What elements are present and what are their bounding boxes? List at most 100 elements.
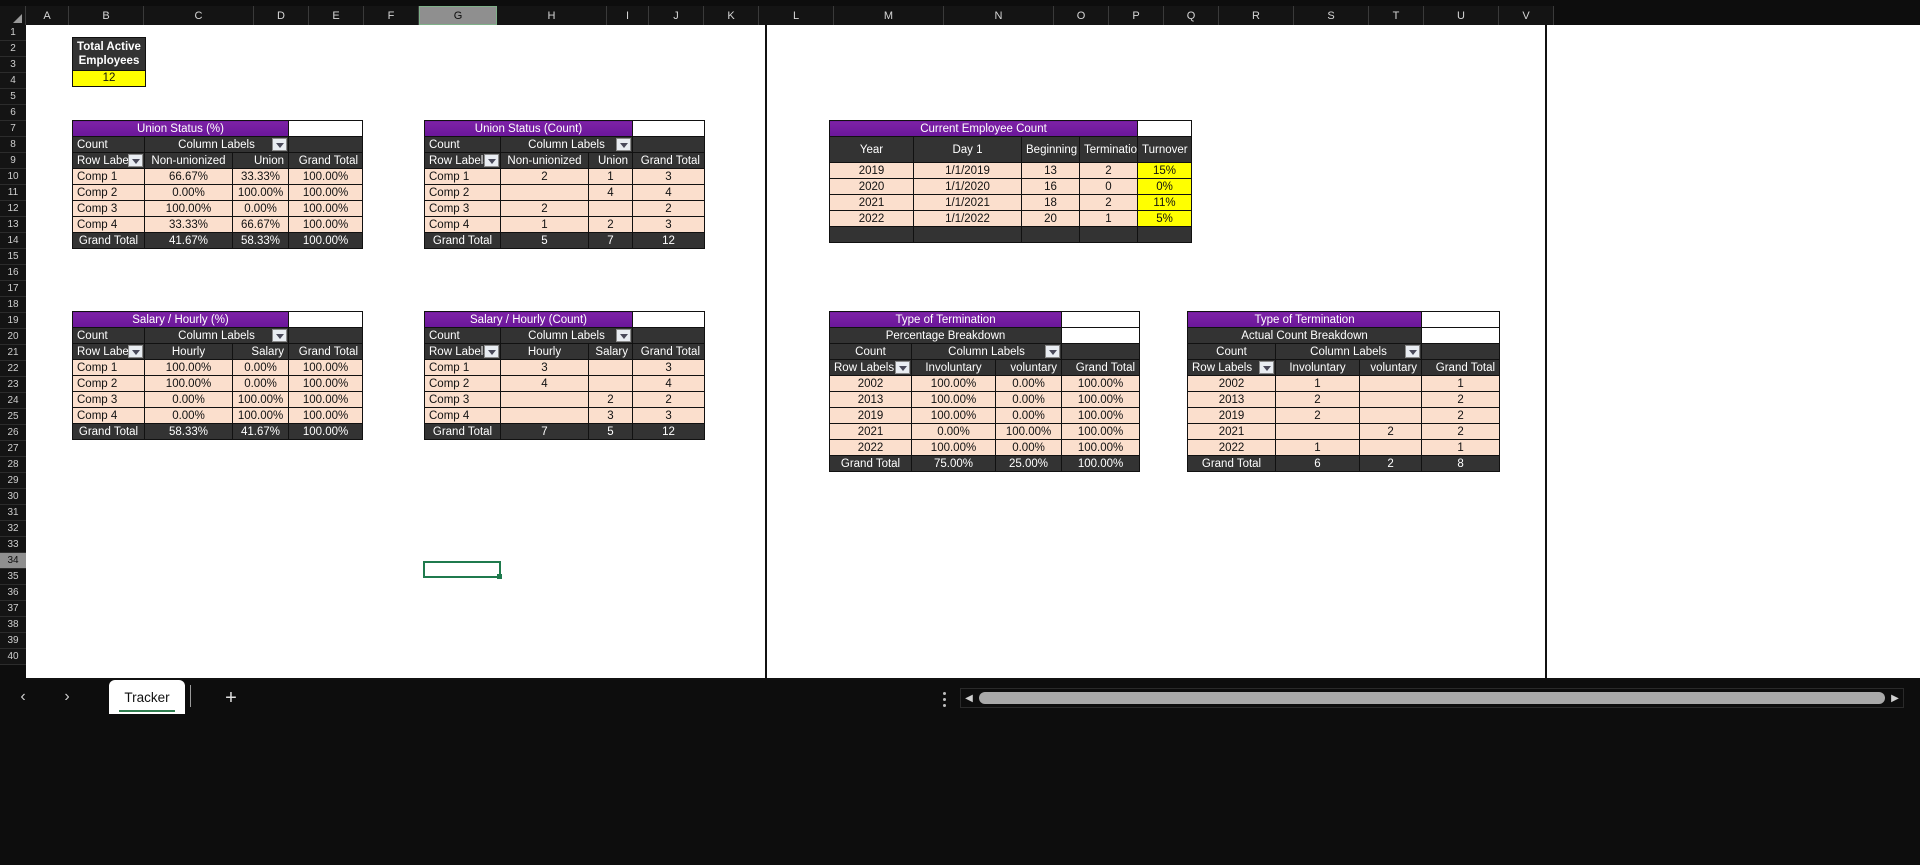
column-header-r[interactable]: R — [1219, 6, 1294, 25]
pivot-union-status-percent[interactable]: Union Status (%) Count Column Labels Row… — [71, 120, 364, 249]
row-header-33[interactable]: 33 — [0, 537, 26, 553]
column-header-c[interactable]: C — [144, 6, 254, 25]
row-header-38[interactable]: 38 — [0, 617, 26, 633]
row-header-37[interactable]: 37 — [0, 601, 26, 617]
column-labels-header[interactable]: Column Labels — [499, 327, 634, 344]
row-header-19[interactable]: 19 — [0, 313, 26, 329]
add-sheet-button[interactable]: + — [215, 684, 247, 712]
next-sheet-button[interactable]: › — [54, 684, 80, 710]
row-header-22[interactable]: 22 — [0, 361, 26, 377]
row-header-7[interactable]: 7 — [0, 121, 26, 137]
filter-dropdown-icon[interactable] — [484, 345, 499, 358]
filter-dropdown-icon[interactable] — [616, 329, 632, 342]
filter-dropdown-icon[interactable] — [616, 138, 631, 151]
column-labels-header[interactable]: Column Labels — [500, 136, 633, 153]
column-header-e[interactable]: E — [309, 6, 364, 25]
row-header-9[interactable]: 9 — [0, 153, 26, 169]
column-header-a[interactable]: A — [26, 6, 69, 25]
table-current-employee-count[interactable]: Current Employee Count Year Day 1 Beginn… — [829, 120, 1192, 243]
scroll-left-icon[interactable]: ◀ — [961, 689, 977, 707]
row-header-13[interactable]: 13 — [0, 217, 26, 233]
column-labels-header[interactable]: Column Labels — [143, 327, 290, 344]
row-header-5[interactable]: 5 — [0, 89, 26, 105]
row-header-10[interactable]: 10 — [0, 169, 26, 185]
row-header-26[interactable]: 26 — [0, 425, 26, 441]
column-header-l[interactable]: L — [759, 6, 834, 25]
column-header-g[interactable]: G — [419, 6, 497, 25]
row-header-11[interactable]: 11 — [0, 185, 26, 201]
column-header-i[interactable]: I — [607, 6, 649, 25]
row-labels-header[interactable]: Row Labels — [829, 359, 912, 376]
column-header-s[interactable]: S — [1294, 6, 1369, 25]
row-header-23[interactable]: 23 — [0, 377, 26, 393]
column-header-d[interactable]: D — [254, 6, 309, 25]
row-header-31[interactable]: 31 — [0, 505, 26, 521]
column-header-j[interactable]: J — [649, 6, 704, 25]
filter-dropdown-icon[interactable] — [484, 154, 499, 167]
row-header-39[interactable]: 39 — [0, 633, 26, 649]
pivot-union-status-count[interactable]: Union Status (Count) Count Column Labels… — [424, 120, 705, 249]
column-labels-header[interactable]: Column Labels — [910, 343, 1063, 360]
prev-sheet-button[interactable]: ‹ — [10, 684, 36, 710]
row-header-29[interactable]: 29 — [0, 473, 26, 489]
column-header-h[interactable]: H — [497, 6, 607, 25]
row-header-30[interactable]: 30 — [0, 489, 26, 505]
column-header-b[interactable]: B — [69, 6, 144, 25]
filter-dropdown-icon[interactable] — [895, 361, 910, 374]
row-header-15[interactable]: 15 — [0, 249, 26, 265]
filter-dropdown-icon[interactable] — [1259, 361, 1274, 374]
row-header-24[interactable]: 24 — [0, 393, 26, 409]
sheet-grid[interactable]: Total Active Employees 12 Union Status (… — [26, 25, 1920, 680]
row-header-32[interactable]: 32 — [0, 521, 26, 537]
row-header-17[interactable]: 17 — [0, 281, 26, 297]
column-labels-header[interactable]: Column Labels — [1274, 343, 1423, 360]
row-labels-header[interactable]: Row Labels — [424, 152, 501, 169]
pivot-salary-hourly-percent[interactable]: Salary / Hourly (%) Count Column Labels … — [71, 311, 364, 440]
pivot-termination-percent[interactable]: Type of Termination Percentage Breakdown… — [828, 311, 1141, 472]
row-labels-header[interactable]: Row Labels — [424, 343, 501, 360]
row-header-1[interactable]: 1 — [0, 25, 26, 41]
fill-handle[interactable] — [497, 574, 502, 579]
column-header-m[interactable]: M — [834, 6, 944, 25]
row-header-4[interactable]: 4 — [0, 73, 26, 89]
row-header-34[interactable]: 34 — [0, 553, 26, 569]
row-header-40[interactable]: 40 — [0, 649, 26, 665]
column-header-f[interactable]: F — [364, 6, 419, 25]
row-labels-header[interactable]: Row Labels — [72, 152, 145, 169]
row-labels-header[interactable]: Row Labels — [1187, 359, 1276, 376]
row-header-2[interactable]: 2 — [0, 41, 26, 57]
filter-dropdown-icon[interactable] — [272, 329, 288, 342]
row-header-18[interactable]: 18 — [0, 297, 26, 313]
scrollbar-thumb[interactable] — [979, 692, 1885, 704]
row-header-21[interactable]: 21 — [0, 345, 26, 361]
active-cell-selection[interactable] — [423, 561, 502, 579]
row-header-35[interactable]: 35 — [0, 569, 26, 585]
row-header-8[interactable]: 8 — [0, 137, 26, 153]
column-header-q[interactable]: Q — [1164, 6, 1219, 25]
row-header-12[interactable]: 12 — [0, 201, 26, 217]
row-header-25[interactable]: 25 — [0, 409, 26, 425]
more-options-icon[interactable] — [938, 688, 950, 710]
row-header-27[interactable]: 27 — [0, 441, 26, 457]
pivot-termination-count[interactable]: Type of Termination Actual Count Breakdo… — [1186, 311, 1501, 472]
filter-dropdown-icon[interactable] — [1045, 345, 1061, 358]
row-header-28[interactable]: 28 — [0, 457, 26, 473]
column-header-t[interactable]: T — [1369, 6, 1424, 25]
row-labels-header[interactable]: Row Labels — [72, 343, 145, 360]
column-header-p[interactable]: P — [1109, 6, 1164, 25]
row-header-16[interactable]: 16 — [0, 265, 26, 281]
row-header-6[interactable]: 6 — [0, 105, 26, 121]
select-all-corner[interactable] — [0, 6, 26, 25]
total-active-employees-value[interactable]: 12 — [72, 71, 146, 87]
pivot-salary-hourly-count[interactable]: Salary / Hourly (Count) Count Column Lab… — [423, 311, 706, 440]
column-labels-header[interactable]: Column Labels — [143, 136, 290, 153]
row-header-20[interactable]: 20 — [0, 329, 26, 345]
horizontal-scrollbar[interactable]: ◀ ▶ — [960, 688, 1904, 708]
row-header-3[interactable]: 3 — [0, 57, 26, 73]
filter-dropdown-icon[interactable] — [128, 345, 143, 358]
filter-dropdown-icon[interactable] — [272, 138, 288, 151]
column-header-o[interactable]: O — [1054, 6, 1109, 25]
filter-dropdown-icon[interactable] — [1405, 345, 1421, 358]
sheet-tab-tracker[interactable]: Tracker — [109, 680, 185, 714]
column-header-v[interactable]: V — [1499, 6, 1554, 25]
